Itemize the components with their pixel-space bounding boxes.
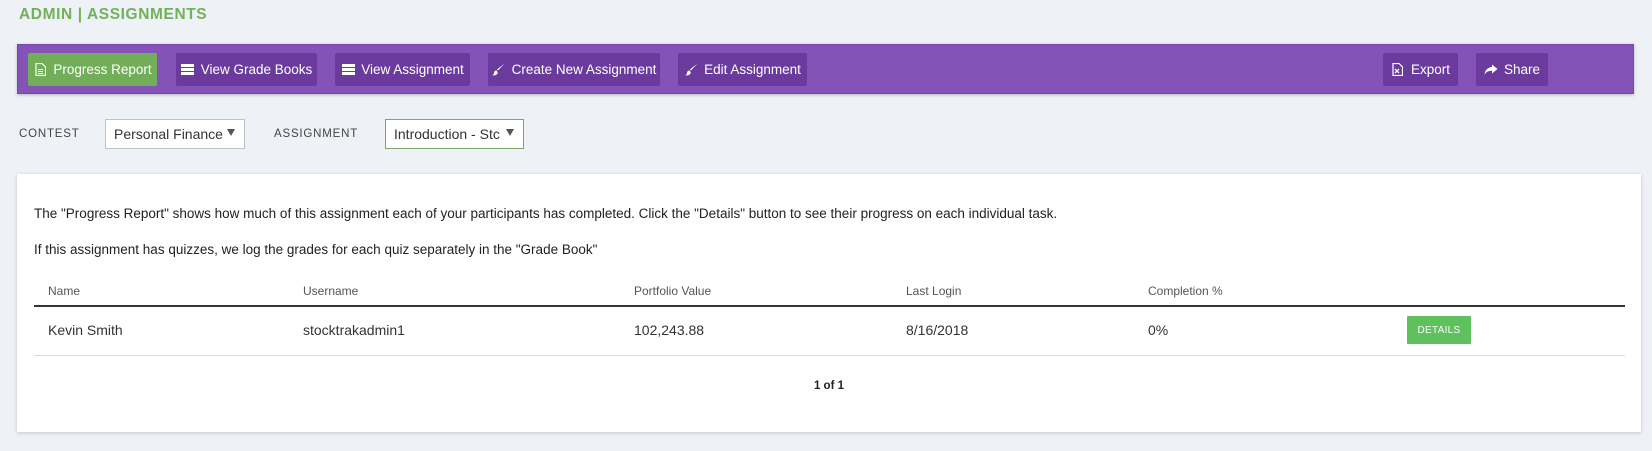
edit-assignment-button[interactable]: Edit Assignment	[678, 53, 807, 86]
brush-icon	[684, 63, 698, 77]
view-grade-books-button[interactable]: View Grade Books	[176, 53, 317, 86]
column-header-username[interactable]: Username	[303, 284, 358, 298]
details-button[interactable]: DETAILS	[1407, 316, 1471, 344]
cell-completion: 0%	[1148, 322, 1169, 338]
column-header-last-login[interactable]: Last Login	[906, 284, 961, 298]
pagination: 1 of 1	[813, 380, 845, 392]
edit-assignment-label: Edit Assignment	[704, 62, 801, 77]
progress-report-label: Progress Report	[53, 62, 152, 77]
share-label: Share	[1503, 62, 1541, 77]
table-header-divider	[34, 305, 1625, 307]
assignment-select[interactable]: Introduction - Stc	[385, 119, 524, 149]
assignment-select-value: Introduction - Stc	[394, 126, 500, 142]
brush-icon	[492, 63, 506, 77]
progress-report-button[interactable]: Progress Report	[28, 53, 157, 86]
column-header-name[interactable]: Name	[48, 284, 80, 298]
share-icon	[1484, 63, 1498, 77]
chevron-down-icon	[506, 129, 514, 136]
create-new-assignment-label: Create New Assignment	[511, 62, 657, 77]
cell-name: Kevin Smith	[48, 322, 123, 338]
export-icon	[1391, 63, 1405, 77]
cell-portfolio-value: 102,243.88	[634, 322, 705, 338]
create-new-assignment-button[interactable]: Create New Assignment	[488, 53, 660, 86]
share-button[interactable]: Share	[1476, 53, 1548, 86]
assignment-label: ASSIGNMENT	[274, 128, 359, 140]
row-divider	[34, 355, 1625, 356]
column-header-portfolio-value[interactable]: Portfolio Value	[634, 284, 711, 298]
list-icon	[181, 63, 195, 77]
page-title: ADMIN | ASSIGNMENTS	[19, 6, 208, 23]
view-assignment-button[interactable]: View Assignment	[335, 53, 470, 86]
contest-select[interactable]: Personal Finance	[105, 119, 245, 149]
view-assignment-label: View Assignment	[361, 62, 464, 77]
toolbar: Progress Report View Grade Books View As…	[17, 44, 1634, 94]
grade-book-note: If this assignment has quizzes, we log t…	[34, 242, 598, 257]
export-label: Export	[1410, 62, 1451, 77]
contest-label: CONTEST	[19, 128, 80, 140]
list-icon	[341, 63, 355, 77]
export-button[interactable]: Export	[1383, 53, 1458, 86]
description-text: The "Progress Report" shows how much of …	[34, 206, 1058, 221]
view-grade-books-label: View Grade Books	[200, 62, 313, 77]
document-icon	[33, 63, 47, 77]
contest-select-value: Personal Finance	[114, 126, 223, 142]
chevron-down-icon	[227, 129, 235, 136]
cell-last-login: 8/16/2018	[906, 322, 969, 338]
column-header-completion[interactable]: Completion %	[1148, 284, 1223, 298]
cell-username: stocktrakadmin1	[303, 322, 405, 338]
progress-report-panel: The "Progress Report" shows how much of …	[17, 174, 1641, 432]
